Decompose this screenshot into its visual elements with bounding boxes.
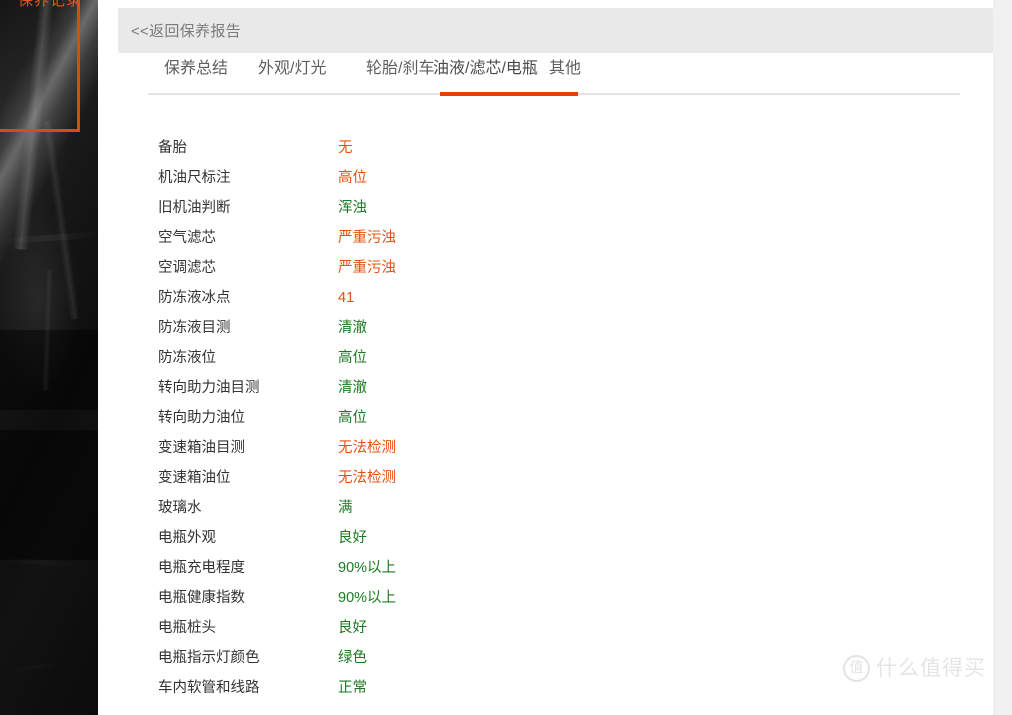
- inspection-item-value: 高位: [338, 170, 367, 186]
- inspection-row: 空气滤芯 严重污浊: [0, 223, 914, 253]
- tab-2[interactable]: 轮胎/刹车: [366, 58, 434, 80]
- inspection-item-value: 浑浊: [338, 200, 367, 216]
- inspection-item-value: 清澈: [338, 320, 367, 336]
- tab-1[interactable]: 外观/灯光: [258, 58, 326, 80]
- inspection-item-label: 防冻液位: [158, 350, 216, 366]
- inspection-row: 机油尺标注 高位: [0, 163, 914, 193]
- inspection-row: 变速箱油目测 无法检测: [0, 433, 914, 463]
- inspection-row: 变速箱油位 无法检测: [0, 463, 914, 493]
- inspection-item-label: 电瓶指示灯颜色: [158, 650, 260, 666]
- page-gutter-right: [993, 0, 1012, 715]
- tab-4[interactable]: 其他: [549, 58, 581, 80]
- inspection-item-label: 电瓶充电程度: [158, 560, 245, 576]
- inspection-item-value: 清澈: [338, 380, 367, 396]
- inspection-item-value: 严重污浊: [338, 260, 396, 276]
- inspection-item-label: 防冻液冰点: [158, 290, 231, 306]
- report-header-bar: <<返回保养报告: [118, 8, 993, 53]
- inspection-item-label: 变速箱油目测: [158, 440, 245, 456]
- inspection-item-label: 空调滤芯: [158, 260, 216, 276]
- inspection-item-value: 良好: [338, 620, 367, 636]
- inspection-row: 电瓶外观 良好: [0, 523, 914, 553]
- page-root: 保养记录 <<返回保养报告 保养总结 外观/灯光 轮胎/刹车 油液/滤芯/电瓶 其他 备…: [0, 0, 1012, 715]
- tab-active-indicator: [440, 92, 578, 96]
- inspection-row: 备胎 无: [0, 133, 914, 163]
- inspection-item-label: 车内软管和线路: [158, 680, 260, 696]
- inspection-row: 转向助力油位 高位: [0, 403, 914, 433]
- inspection-item-label: 电瓶外观: [158, 530, 216, 546]
- inspection-row: 转向助力油目测 清澈: [0, 373, 914, 403]
- tab-0[interactable]: 保养总结: [164, 58, 228, 80]
- inspection-row: 旧机油判断 浑浊: [0, 193, 914, 223]
- inspection-item-label: 转向助力油位: [158, 410, 245, 426]
- inspection-row: 防冻液目测 清澈: [0, 313, 914, 343]
- inspection-item-value: 高位: [338, 350, 367, 366]
- back-to-report-link[interactable]: <<返回保养报告: [131, 20, 241, 41]
- inspection-item-label: 转向助力油目测: [158, 380, 260, 396]
- tab-bar: 保养总结 外观/灯光 轮胎/刹车 油液/滤芯/电瓶 其他: [148, 58, 960, 96]
- inspection-item-value: 满: [338, 500, 353, 516]
- inspection-item-label: 电瓶健康指数: [158, 590, 245, 606]
- inspection-row: 电瓶充电程度 90%以上: [0, 553, 914, 583]
- inspection-item-label: 防冻液目测: [158, 320, 231, 336]
- inspection-row: 电瓶指示灯颜色 绿色: [0, 643, 914, 673]
- inspection-item-label: 旧机油判断: [158, 200, 231, 216]
- inspection-item-value: 90%以上: [338, 590, 397, 606]
- inspection-item-value: 良好: [338, 530, 367, 546]
- inspection-row: 车内软管和线路 正常: [0, 673, 914, 703]
- inspection-row: 防冻液冰点 41: [0, 283, 914, 313]
- inspection-item-list: 备胎无机油尺标注 高位 旧机油判断 浑浊 空气滤芯 严重污浊 空调滤芯 严重污浊 防冻液冰点 41…: [0, 133, 914, 703]
- inspection-row: 空调滤芯 严重污浊: [0, 253, 914, 283]
- inspection-row: 电瓶桩头 良好: [0, 613, 914, 643]
- inspection-item-value: 无法检测: [338, 470, 396, 486]
- inspection-row: 防冻液位 高位: [0, 343, 914, 373]
- page-gutter-top: [98, 0, 118, 8]
- inspection-row: 电瓶健康指数 90%以上: [0, 583, 914, 613]
- inspection-item-label: 变速箱油位: [158, 470, 231, 486]
- inspection-item-label: 机油尺标注: [158, 170, 231, 186]
- inspection-item-value: 90%以上: [338, 560, 397, 576]
- inspection-item-label: 空气滤芯: [158, 230, 216, 246]
- inspection-item-label: 备胎: [158, 140, 187, 156]
- tab-3[interactable]: 油液/滤芯/电瓶: [433, 58, 538, 80]
- inspection-item-value: 严重污浊: [338, 230, 396, 246]
- inspection-item-value: 41: [338, 290, 355, 306]
- inspection-row: 玻璃水 满: [0, 493, 914, 523]
- inspection-item-value: 正常: [338, 680, 367, 696]
- inspection-item-value: 无法检测: [338, 440, 396, 456]
- record-label: 保养记录: [17, 0, 82, 9]
- inspection-item-value: 高位: [338, 410, 367, 426]
- inspection-item-value: 绿色: [338, 650, 367, 666]
- inspection-item-label: 玻璃水: [158, 500, 202, 516]
- inspection-item-label: 电瓶桩头: [158, 620, 216, 636]
- inspection-item-value: 无: [338, 140, 353, 156]
